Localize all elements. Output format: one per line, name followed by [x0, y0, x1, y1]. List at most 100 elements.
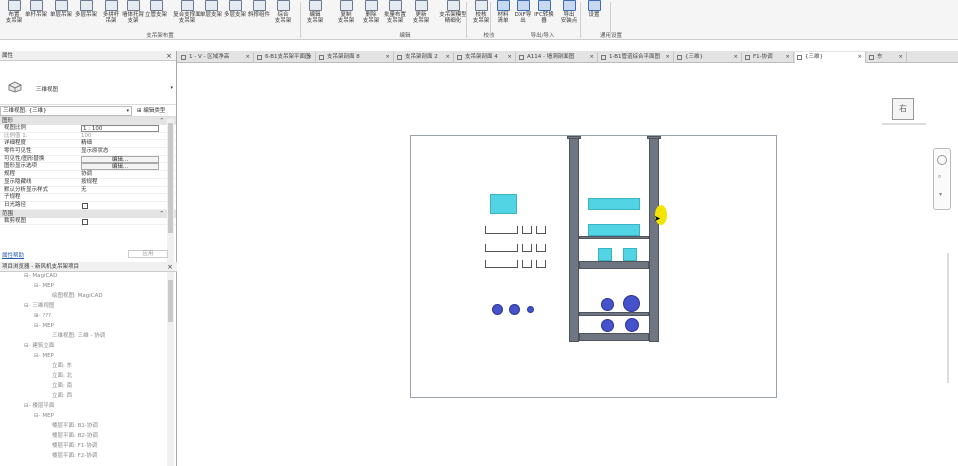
rect-duct[interactable] [623, 248, 637, 261]
viewcube[interactable]: 右 [892, 98, 914, 120]
close-icon[interactable]: × [166, 51, 172, 61]
rect-duct[interactable] [588, 224, 640, 236]
support-crossarm[interactable] [579, 333, 649, 341]
support-bracket[interactable] [485, 226, 518, 234]
crop-region-frame[interactable]: ➤ [410, 135, 777, 398]
property-row[interactable]: 视图比例 1 : 100 [0, 125, 176, 133]
round-pipe[interactable] [601, 298, 614, 311]
navbar-menu-icon[interactable]: ▾ [939, 191, 942, 198]
ribbon-button-brace[interactable]: 斜撑组件 [248, 0, 270, 31]
scroll-thumb[interactable] [168, 123, 173, 233]
tree-node[interactable]: 立面: 北 [52, 373, 72, 379]
view-tab[interactable]: 支吊架剖面 2 × [395, 52, 454, 63]
ribbon-button-integrated[interactable]: 综合 支吊架 [272, 0, 294, 31]
ribbon-button-bom[interactable]: 材料 清单 [492, 0, 514, 31]
view-tab[interactable]: {三维} × [675, 52, 742, 63]
tree-node[interactable]: ⊞- ??? [34, 313, 51, 319]
support-bracket[interactable] [485, 244, 518, 252]
tree-node[interactable]: 立面: 东 [52, 363, 72, 369]
property-row[interactable]: 详细程度 精细 [0, 140, 176, 149]
apply-button[interactable]: 应用 [128, 250, 168, 258]
ribbon-button-multi-layer[interactable]: 多层吊架 [75, 0, 97, 31]
close-icon[interactable]: × [507, 52, 512, 63]
edit-type-button[interactable]: ⊞ 编辑类型 [137, 106, 165, 116]
tree-node[interactable]: ⊟- MEP [34, 413, 54, 419]
ribbon-button-wall-arm[interactable]: 墙体托臂 支架 [122, 0, 144, 31]
property-row[interactable]: 显示隐藏线 按规程 [0, 179, 176, 187]
support-crossarm[interactable] [579, 261, 649, 269]
tree-node[interactable]: ⊟- MEP [34, 323, 54, 329]
edit-button[interactable]: 编辑... [81, 163, 159, 171]
section-graphics[interactable]: 图形 ⌃ [0, 117, 176, 125]
close-icon[interactable]: × [785, 52, 790, 63]
property-row[interactable]: 零件可见性 显示原状态 [0, 148, 176, 156]
property-row[interactable]: 默认分析显示样式无 [0, 187, 176, 195]
property-row[interactable]: 日光路径 [0, 202, 176, 210]
view-tab[interactable]: 1-B1管道综合平面图 × [599, 52, 674, 63]
steering-wheel-icon[interactable] [937, 155, 947, 165]
ribbon-button-check[interactable]: 校核 支吊架 [470, 0, 492, 31]
close-icon[interactable]: × [589, 52, 594, 63]
close-icon[interactable]: × [385, 52, 390, 63]
tree-node[interactable]: ⊟- 三维视图 [24, 303, 54, 309]
ribbon-button-single-layer[interactable]: 单层吊架 [50, 0, 72, 31]
tree-node[interactable]: ⊟- 建筑立面 [24, 343, 54, 349]
ribbon-button-settings[interactable]: 设置 [583, 0, 605, 31]
tree-node[interactable]: ⊟- MagiCAD [24, 273, 57, 279]
support-bracket[interactable] [485, 260, 518, 268]
support-bracket[interactable] [522, 226, 532, 234]
ribbon-button-copy[interactable]: 复制 支吊架 [335, 0, 357, 31]
tree-node[interactable]: 楼层平面: B1-协调 [52, 423, 98, 429]
property-row[interactable]: 图形显示选项 编辑... [0, 163, 176, 172]
ribbon-button-edit[interactable]: 编辑 支吊架 [304, 0, 326, 31]
view-tab[interactable]: 支吊架剖面 8 × [317, 52, 394, 63]
property-value[interactable]: 1 : 100 [81, 125, 159, 132]
tree-node[interactable]: 绘图视图: MagiCAD [52, 293, 103, 299]
view-tab[interactable]: {三维} × [795, 52, 866, 63]
property-row[interactable]: 子规程 [0, 194, 176, 202]
support-bracket[interactable] [536, 244, 546, 252]
support-crossarm[interactable] [579, 236, 649, 239]
support-cap-right[interactable] [647, 136, 661, 139]
support-column-left[interactable] [569, 136, 579, 342]
ribbon-button-delete[interactable]: 删除 支吊架 [360, 0, 382, 31]
support-cap-left[interactable] [567, 136, 581, 139]
round-pipe[interactable] [625, 318, 639, 332]
ribbon-button-ifc[interactable]: IFC转换器 [533, 0, 555, 31]
close-icon[interactable]: × [733, 52, 738, 63]
rect-duct[interactable] [490, 194, 517, 214]
property-row-crop-view[interactable]: 裁剪视图 [0, 218, 176, 226]
ribbon-button-multi-support[interactable]: 多层支架 [224, 0, 246, 31]
rect-duct[interactable] [598, 248, 612, 261]
round-pipe[interactable] [623, 295, 640, 312]
tree-node[interactable]: ⊟- MEP [34, 353, 54, 359]
close-icon[interactable]: × [898, 52, 903, 63]
close-icon[interactable]: × [245, 52, 250, 63]
ribbon-button-batch[interactable]: 批量布置 支吊架 [384, 0, 406, 31]
support-bracket[interactable] [536, 260, 546, 268]
close-icon[interactable]: × [445, 52, 450, 63]
ribbon-button-hanger-place[interactable]: 布置 支吊架 [3, 0, 25, 31]
navigation-bar[interactable]: ⌕ ▾ [933, 148, 951, 210]
tree-node[interactable]: 三维视图: 三维 - 协调 [52, 333, 105, 339]
round-pipe[interactable] [601, 319, 614, 332]
view-tab[interactable]: F1-协调 × [743, 52, 794, 63]
ribbon-button-update[interactable]: 更新 支吊架 [410, 0, 432, 31]
tree-node[interactable]: ⊟- MEP [34, 283, 54, 289]
support-bracket[interactable] [536, 226, 546, 234]
support-crossarm[interactable] [579, 312, 649, 316]
properties-help-link[interactable]: 属性帮助 [2, 251, 24, 259]
tree-node[interactable]: 立面: 南 [52, 383, 72, 389]
close-icon[interactable]: × [307, 52, 312, 63]
view-tab[interactable]: 1 - V - 区域净高 × [179, 52, 254, 63]
tree-node[interactable]: 楼层平面: F1-协调 [52, 443, 97, 449]
chevron-down-icon[interactable]: ▾ [170, 85, 173, 91]
browser-scrollbar[interactable] [167, 274, 174, 466]
tree-node[interactable]: 楼层平面: B2-协调 [52, 433, 98, 439]
edit-button[interactable]: 编辑... [81, 155, 159, 163]
crop-view-checkbox[interactable] [82, 218, 88, 225]
rect-duct[interactable] [588, 198, 640, 210]
ribbon-button-refine[interactable]: 支吊架模型 精细化 [438, 0, 468, 31]
sun-path-checkbox[interactable] [82, 202, 88, 209]
round-pipe[interactable] [509, 304, 520, 315]
